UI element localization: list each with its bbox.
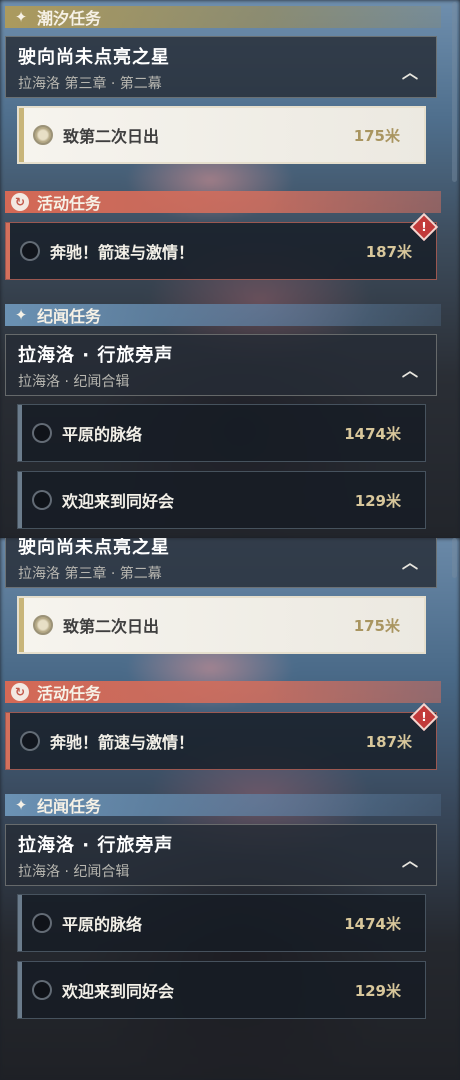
section-header-event: ↻ 活动任务 — [5, 191, 441, 213]
quest-panel-bottom: 驶向尚未点亮之星 拉海洛 第三章 · 第二幕 ︿ 致第二次日出 175米 ↻ 活… — [0, 538, 460, 1080]
task-name: 致第二次日出 — [63, 127, 160, 146]
task-distance: 175米 — [353, 126, 400, 145]
task-name: 致第二次日出 — [63, 617, 160, 636]
task-item-event[interactable]: 奔驰！箭速与激情！ 187米 ! — [5, 702, 439, 770]
task-item-welcome[interactable]: 欢迎来到同好会 129米 — [17, 961, 426, 1019]
section-label: 潮汐任务 — [37, 9, 102, 28]
task-distance: 175米 — [353, 616, 400, 635]
task-item-event[interactable]: 奔驰！箭速与激情！ 187米 ! — [5, 212, 439, 280]
task-distance: 187米 — [365, 242, 412, 261]
section-header-chronicle: ✦ 纪闻任务 — [5, 794, 441, 816]
task-distance: 129米 — [354, 491, 401, 510]
group-subtitle: 拉海洛 · 纪闻合辑 — [18, 864, 130, 880]
task-item-sunrise[interactable]: 致第二次日出 175米 — [17, 596, 426, 654]
quest-group-chronicle[interactable]: 拉海洛 · 行旅旁声 拉海洛 · 纪闻合辑 ︿ — [5, 334, 437, 396]
section-label: 纪闻任务 — [37, 307, 102, 326]
section-header-tide: ✦ 潮汐任务 — [5, 6, 441, 28]
event-swirl-icon: ↻ — [11, 683, 29, 701]
scrollbar[interactable] — [452, 538, 457, 578]
group-title: 驶向尚未点亮之星 — [18, 538, 170, 558]
radio-icon[interactable] — [32, 980, 52, 1000]
chevron-up-icon[interactable]: ︿ — [402, 357, 418, 381]
section-header-event: ↻ 活动任务 — [5, 681, 441, 703]
section-label: 活动任务 — [37, 194, 102, 213]
radio-icon[interactable] — [20, 241, 40, 261]
group-title: 拉海洛 · 行旅旁声 — [18, 345, 174, 366]
task-name: 奔驰！箭速与激情！ — [50, 243, 195, 262]
group-subtitle: 拉海洛 第三章 · 第二幕 — [18, 566, 162, 582]
quest-group-chronicle[interactable]: 拉海洛 · 行旅旁声 拉海洛 · 纪闻合辑 ︿ — [5, 824, 437, 886]
section-label: 纪闻任务 — [37, 797, 102, 816]
section-header-chronicle: ✦ 纪闻任务 — [5, 304, 441, 326]
task-item-plains[interactable]: 平原的脉络 1474米 — [17, 404, 426, 462]
task-name: 平原的脉络 — [62, 425, 143, 444]
task-distance: 129米 — [354, 981, 401, 1000]
task-name: 平原的脉络 — [62, 915, 143, 934]
group-subtitle: 拉海洛 第三章 · 第二幕 — [18, 76, 162, 92]
radio-icon[interactable] — [32, 913, 52, 933]
group-subtitle: 拉海洛 · 纪闻合辑 — [18, 374, 130, 390]
radio-selected-icon[interactable] — [33, 615, 53, 635]
group-title: 拉海洛 · 行旅旁声 — [18, 835, 174, 856]
section-label: 活动任务 — [37, 684, 102, 703]
radio-selected-icon[interactable] — [33, 125, 53, 145]
radio-icon[interactable] — [32, 490, 52, 510]
sparkle-icon: ✦ — [14, 8, 28, 26]
task-distance: 187米 — [365, 732, 412, 751]
task-item-plains[interactable]: 平原的脉络 1474米 — [17, 894, 426, 952]
task-name: 欢迎来到同好会 — [62, 982, 175, 1001]
task-item-welcome[interactable]: 欢迎来到同好会 129米 — [17, 471, 426, 529]
scrollbar[interactable] — [452, 2, 457, 182]
quest-group-tide[interactable]: 驶向尚未点亮之星 拉海洛 第三章 · 第二幕 ︿ — [5, 36, 437, 98]
group-title: 驶向尚未点亮之星 — [18, 47, 170, 68]
chevron-up-icon[interactable]: ︿ — [402, 59, 418, 83]
chevron-up-icon[interactable]: ︿ — [402, 549, 418, 573]
event-swirl-icon: ↻ — [11, 193, 29, 211]
task-name: 欢迎来到同好会 — [62, 492, 175, 511]
task-item-sunrise[interactable]: 致第二次日出 175米 — [17, 106, 426, 164]
task-distance: 1474米 — [344, 914, 401, 933]
radio-icon[interactable] — [20, 731, 40, 751]
quest-group-tide[interactable]: 驶向尚未点亮之星 拉海洛 第三章 · 第二幕 ︿ — [5, 538, 437, 588]
task-distance: 1474米 — [344, 424, 401, 443]
quest-panel-top: ✦ 潮汐任务 驶向尚未点亮之星 拉海洛 第三章 · 第二幕 ︿ 致第二次日出 1… — [0, 0, 460, 538]
task-name: 奔驰！箭速与激情！ — [50, 733, 195, 752]
sparkle-icon: ✦ — [14, 306, 28, 324]
chevron-up-icon[interactable]: ︿ — [402, 847, 418, 871]
radio-icon[interactable] — [32, 423, 52, 443]
sparkle-icon: ✦ — [14, 796, 28, 814]
